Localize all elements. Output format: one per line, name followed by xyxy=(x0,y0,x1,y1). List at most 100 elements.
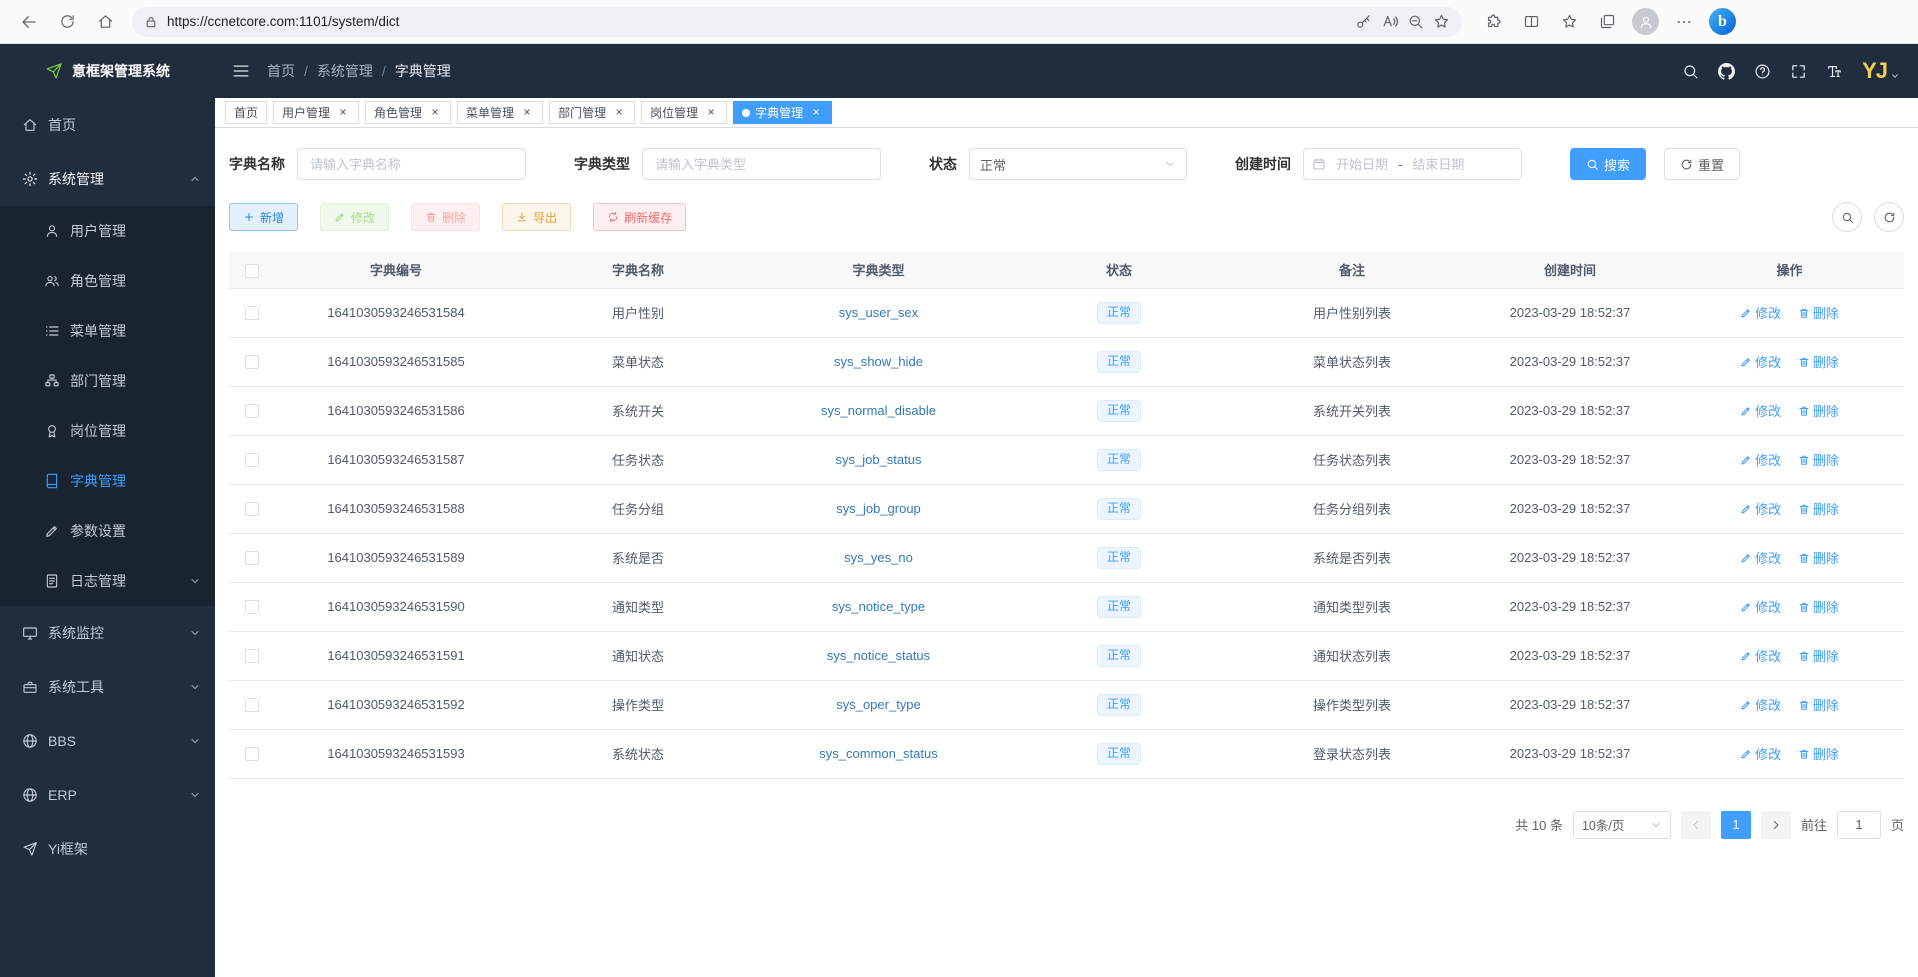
favorites-button[interactable] xyxy=(1552,5,1586,39)
row-checkbox[interactable] xyxy=(245,649,259,663)
address-bar[interactable]: https://ccnetcore.com:1101/system/dict xyxy=(132,7,1462,37)
tab-home[interactable]: 首页 xyxy=(225,101,267,124)
dict-type-link[interactable]: sys_oper_type xyxy=(836,697,921,712)
help-button[interactable] xyxy=(1754,63,1771,80)
search-button[interactable]: 搜索 xyxy=(1570,148,1646,180)
dict-type-link[interactable]: sys_normal_disable xyxy=(821,403,936,418)
copilot-icon[interactable]: b xyxy=(1709,8,1736,35)
sidebar-item-param-settings[interactable]: 参数设置 xyxy=(0,506,215,556)
row-edit-button[interactable]: 修改 xyxy=(1740,499,1781,518)
sidebar-item-log-mgmt[interactable]: 日志管理 xyxy=(0,556,215,606)
row-checkbox[interactable] xyxy=(245,747,259,761)
row-delete-button[interactable]: 删除 xyxy=(1798,548,1839,567)
sidebar-item-menu-mgmt[interactable]: 菜单管理 xyxy=(0,306,215,356)
dict-type-link[interactable]: sys_show_hide xyxy=(834,354,923,369)
dict-type-link[interactable]: sys_common_status xyxy=(819,746,938,761)
header-search-button[interactable] xyxy=(1682,63,1699,80)
sidebar-item-dict-mgmt[interactable]: 字典管理 xyxy=(0,456,215,506)
row-edit-button[interactable]: 修改 xyxy=(1740,695,1781,714)
dict-type-link[interactable]: sys_job_group xyxy=(836,501,921,516)
row-checkbox[interactable] xyxy=(245,502,259,516)
toggle-search-button[interactable] xyxy=(1832,202,1862,232)
dict-type-link[interactable]: sys_notice_status xyxy=(827,648,930,663)
refresh-table-button[interactable] xyxy=(1874,202,1904,232)
next-page-button[interactable] xyxy=(1761,811,1791,839)
row-checkbox[interactable] xyxy=(245,306,259,320)
row-delete-button[interactable]: 删除 xyxy=(1798,450,1839,469)
sidebar-item-system-tools[interactable]: 系统工具 xyxy=(0,660,215,714)
url-text[interactable]: https://ccnetcore.com:1101/system/dict xyxy=(167,14,1346,29)
status-select[interactable]: 正常 xyxy=(969,148,1187,180)
close-icon[interactable]: × xyxy=(612,106,626,120)
extensions-button[interactable] xyxy=(1476,5,1510,39)
start-date-input[interactable] xyxy=(1330,157,1394,172)
add-button[interactable]: 新增 xyxy=(229,203,298,231)
row-edit-button[interactable]: 修改 xyxy=(1740,352,1781,371)
row-delete-button[interactable]: 删除 xyxy=(1798,744,1839,763)
refresh-cache-button[interactable]: 刷新缓存 xyxy=(593,203,686,231)
hamburger-menu[interactable] xyxy=(215,44,267,98)
zoom-out-icon[interactable] xyxy=(1407,13,1424,30)
fullscreen-button[interactable] xyxy=(1790,63,1807,80)
sidebar-item-dept-mgmt[interactable]: 部门管理 xyxy=(0,356,215,406)
row-edit-button[interactable]: 修改 xyxy=(1740,303,1781,322)
tab-post-mgmt[interactable]: 岗位管理× xyxy=(641,101,727,124)
browser-back-button[interactable] xyxy=(12,5,46,39)
close-icon[interactable]: × xyxy=(428,106,442,120)
end-date-input[interactable] xyxy=(1406,157,1470,172)
sidebar-item-system-monitor[interactable]: 系统监控 xyxy=(0,606,215,660)
page-size-select[interactable]: 10条/页 xyxy=(1573,811,1671,839)
browser-reload-button[interactable] xyxy=(50,5,84,39)
edit-button[interactable]: 修改 xyxy=(320,203,389,231)
row-edit-button[interactable]: 修改 xyxy=(1740,450,1781,469)
tab-user-mgmt[interactable]: 用户管理× xyxy=(273,101,359,124)
split-screen-button[interactable] xyxy=(1514,5,1548,39)
page-number-button[interactable]: 1 xyxy=(1721,811,1751,839)
row-edit-button[interactable]: 修改 xyxy=(1740,744,1781,763)
dict-name-input[interactable] xyxy=(297,148,526,180)
close-icon[interactable]: × xyxy=(336,106,350,120)
sidebar-item-role-mgmt[interactable]: 角色管理 xyxy=(0,256,215,306)
reset-button[interactable]: 重置 xyxy=(1664,148,1740,180)
row-delete-button[interactable]: 删除 xyxy=(1798,646,1839,665)
sidebar-item-bbs[interactable]: BBS xyxy=(0,714,215,768)
export-button[interactable]: 导出 xyxy=(502,203,571,231)
github-button[interactable] xyxy=(1718,63,1735,80)
row-checkbox[interactable] xyxy=(245,551,259,565)
tab-dict-mgmt[interactable]: 字典管理× xyxy=(733,101,832,124)
select-all-checkbox[interactable] xyxy=(245,264,259,278)
sidebar-item-post-mgmt[interactable]: 岗位管理 xyxy=(0,406,215,456)
browser-home-button[interactable] xyxy=(88,5,122,39)
site-info-lock-icon[interactable] xyxy=(144,15,158,29)
password-key-icon[interactable] xyxy=(1355,13,1372,30)
app-logo[interactable]: 意框架管理系统 xyxy=(0,44,215,98)
row-edit-button[interactable]: 修改 xyxy=(1740,597,1781,616)
sidebar-item-home[interactable]: 首页 xyxy=(0,98,215,152)
tab-dept-mgmt[interactable]: 部门管理× xyxy=(549,101,635,124)
dict-type-input[interactable] xyxy=(642,148,881,180)
row-delete-button[interactable]: 删除 xyxy=(1798,401,1839,420)
dict-type-link[interactable]: sys_job_status xyxy=(836,452,922,467)
row-checkbox[interactable] xyxy=(245,698,259,712)
row-checkbox[interactable] xyxy=(245,453,259,467)
dict-type-link[interactable]: sys_yes_no xyxy=(844,550,913,565)
user-avatar[interactable]: YJ xyxy=(1862,60,1900,82)
sidebar-item-erp[interactable]: ERP xyxy=(0,768,215,822)
date-range-picker[interactable]: - xyxy=(1303,148,1522,180)
sidebar-item-system-mgmt[interactable]: 系统管理 xyxy=(0,152,215,206)
row-delete-button[interactable]: 删除 xyxy=(1798,499,1839,518)
close-icon[interactable]: × xyxy=(809,106,823,120)
font-size-button[interactable] xyxy=(1826,63,1843,80)
row-checkbox[interactable] xyxy=(245,404,259,418)
favorites-add-star-icon[interactable] xyxy=(1433,13,1450,30)
row-edit-button[interactable]: 修改 xyxy=(1740,401,1781,420)
sidebar-item-user-mgmt[interactable]: 用户管理 xyxy=(0,206,215,256)
dict-type-link[interactable]: sys_user_sex xyxy=(839,305,918,320)
browser-menu-button[interactable] xyxy=(1667,5,1701,39)
sidebar-item-yi-framework[interactable]: Yi框架 xyxy=(0,822,215,876)
close-icon[interactable]: × xyxy=(704,106,718,120)
profile-avatar[interactable] xyxy=(1632,8,1659,35)
read-aloud-icon[interactable] xyxy=(1381,13,1398,30)
close-icon[interactable]: × xyxy=(520,106,534,120)
tab-menu-mgmt[interactable]: 菜单管理× xyxy=(457,101,543,124)
